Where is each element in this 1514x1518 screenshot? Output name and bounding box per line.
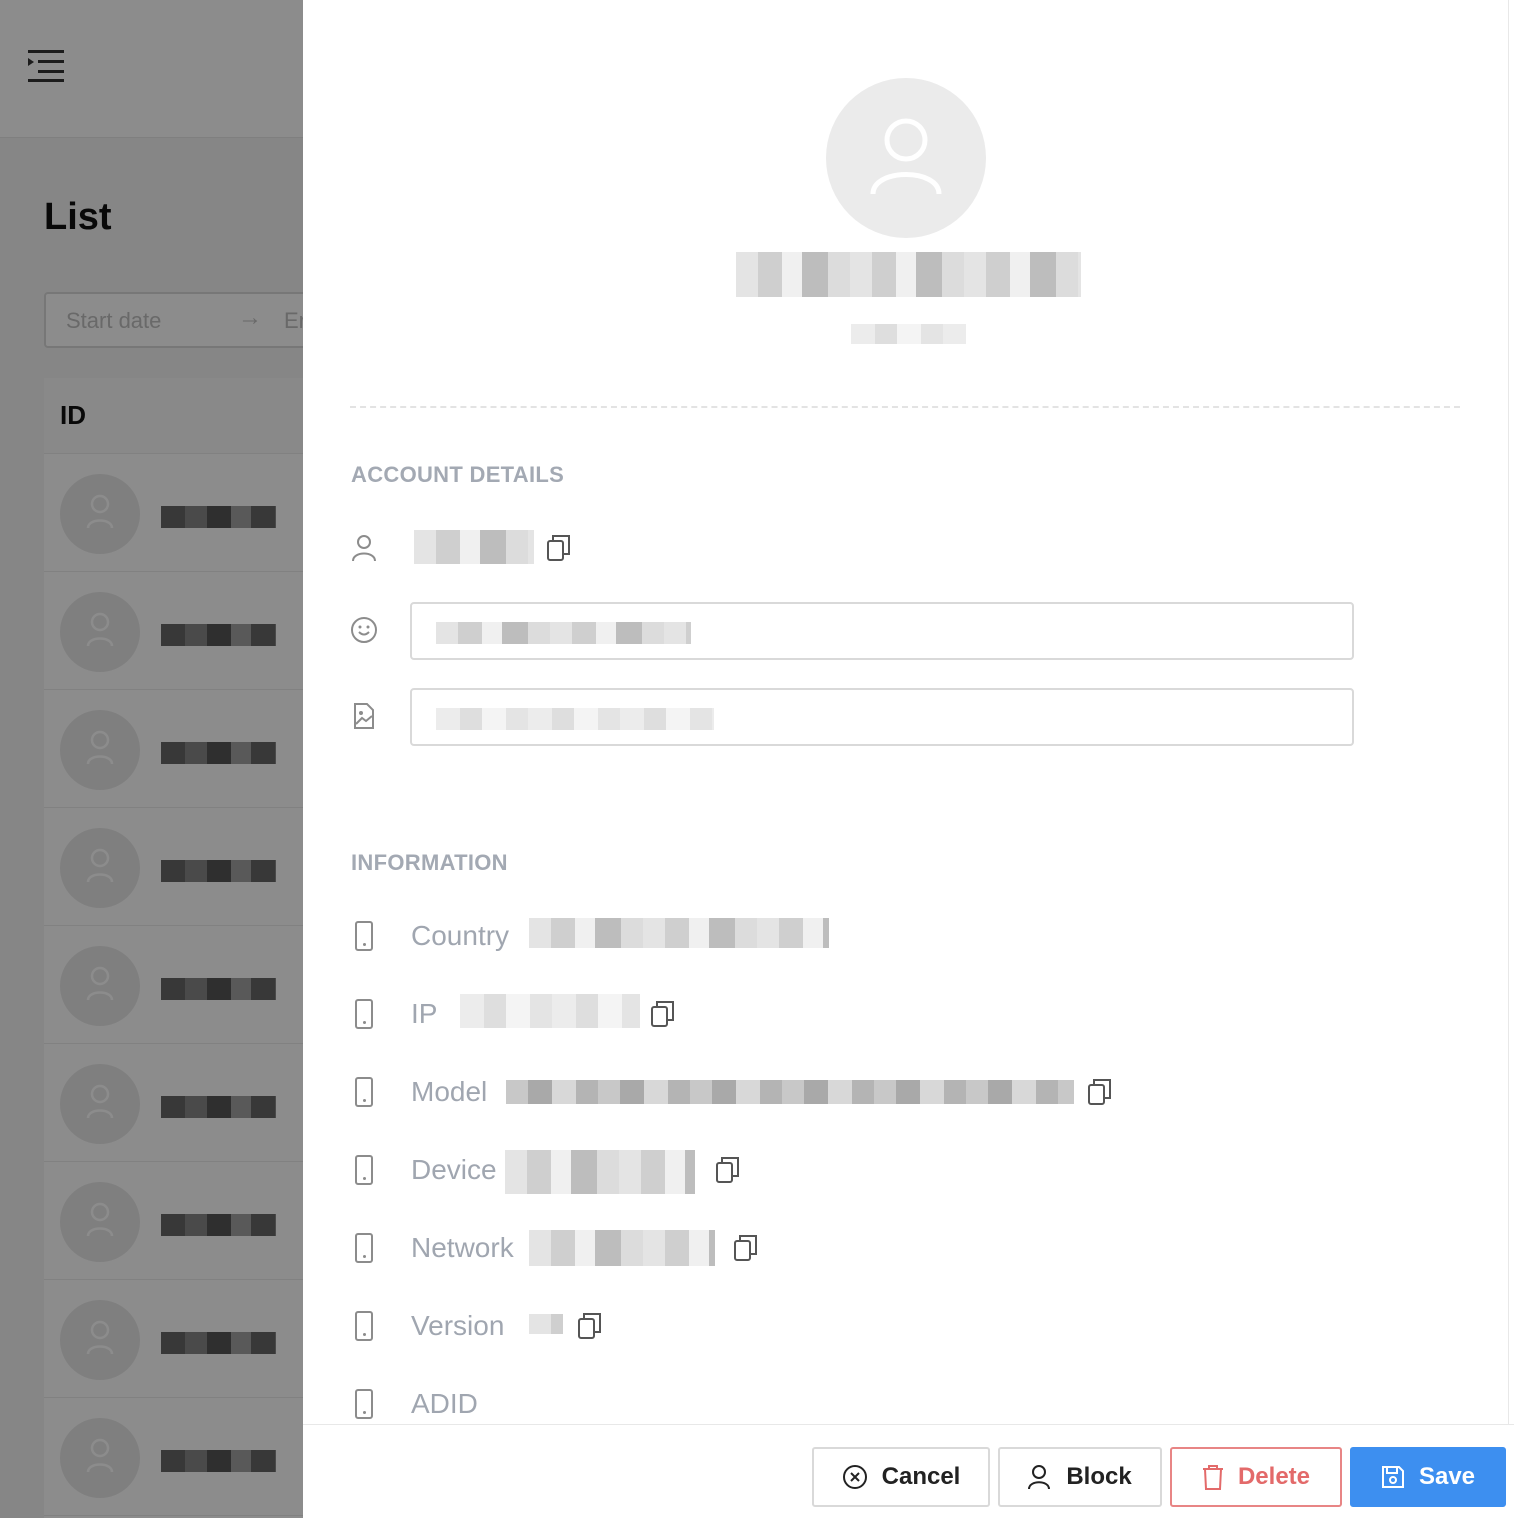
- file-image-icon: [354, 703, 374, 729]
- avatar-url-field[interactable]: [410, 688, 1354, 746]
- smile-icon: [351, 617, 377, 643]
- user-icon: [870, 118, 942, 195]
- drawer-footer: Cancel Block Delete Save: [303, 1424, 1514, 1518]
- info-label-country: Country: [411, 920, 510, 951]
- info-label-device: Device: [411, 1154, 497, 1185]
- copy-icon[interactable]: [1087, 1078, 1113, 1106]
- info-label-network: Network: [411, 1232, 514, 1263]
- cancel-label: Cancel: [881, 1463, 961, 1490]
- redacted-username: [736, 252, 1081, 297]
- redacted-nickname: [436, 622, 691, 644]
- user-icon: [1028, 1465, 1051, 1490]
- info-label-version: Version: [411, 1310, 505, 1341]
- section-title-information: INFORMATION: [351, 850, 508, 875]
- redacted-network: [529, 1230, 715, 1266]
- redacted-version: [529, 1314, 563, 1334]
- mobile-icon: [355, 1389, 373, 1419]
- mobile-icon: [355, 1311, 373, 1341]
- copy-icon[interactable]: [650, 1000, 676, 1028]
- delete-icon: [1202, 1465, 1223, 1490]
- mobile-icon: [355, 1233, 373, 1263]
- block-label: Block: [1066, 1463, 1132, 1490]
- nickname-field[interactable]: [410, 602, 1354, 660]
- redacted-ip: [460, 994, 640, 1028]
- save-icon: [1381, 1466, 1404, 1488]
- delete-label: Delete: [1237, 1463, 1311, 1490]
- mobile-icon: [355, 1155, 373, 1185]
- info-label-ip: IP: [411, 998, 438, 1029]
- cancel-button[interactable]: Cancel: [812, 1447, 990, 1507]
- redacted-avatar-url: [436, 708, 714, 730]
- copy-icon[interactable]: [715, 1156, 741, 1184]
- redacted-subtitle: [851, 324, 966, 344]
- user-icon: [352, 535, 376, 562]
- drawer-body: ACCOUNT DETAILS INFORMATION Country IP M…: [303, 0, 1509, 1424]
- close-circle-icon: [842, 1465, 867, 1489]
- copy-icon[interactable]: [733, 1234, 759, 1262]
- block-button[interactable]: Block: [998, 1447, 1162, 1507]
- redacted-country: [529, 918, 829, 948]
- drawer-mask[interactable]: [0, 0, 303, 1518]
- redacted-user-id: [414, 530, 534, 564]
- redacted-device: [505, 1150, 695, 1194]
- user-detail-drawer: ACCOUNT DETAILS INFORMATION Country IP M…: [303, 0, 1514, 1518]
- copy-icon[interactable]: [577, 1312, 603, 1340]
- info-label-model: Model: [411, 1076, 488, 1107]
- mobile-icon: [355, 999, 373, 1029]
- save-button[interactable]: Save: [1350, 1447, 1506, 1507]
- save-label: Save: [1418, 1463, 1476, 1490]
- mobile-icon: [355, 1077, 373, 1107]
- section-divider: [350, 406, 1460, 408]
- profile-avatar: [826, 78, 986, 238]
- copy-icon[interactable]: [546, 534, 572, 562]
- section-title-account: ACCOUNT DETAILS: [351, 462, 565, 487]
- info-label-adid: ADID: [411, 1388, 478, 1419]
- redacted-model: [506, 1080, 1074, 1104]
- delete-button[interactable]: Delete: [1170, 1447, 1342, 1507]
- mobile-icon: [355, 921, 373, 951]
